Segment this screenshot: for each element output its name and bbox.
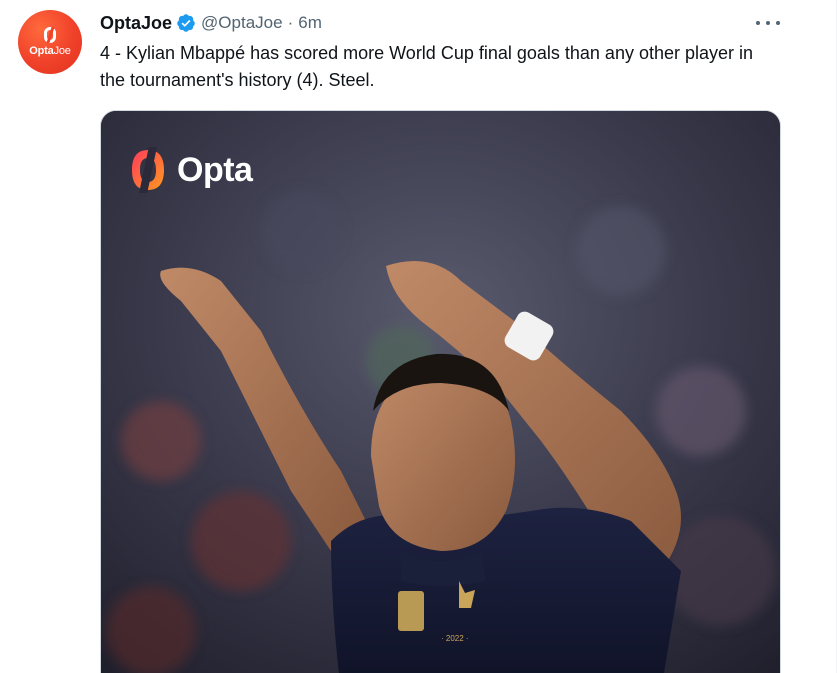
opta-logo-text: Opta <box>177 150 253 189</box>
photo-illustration: · 2022 · <box>101 111 780 673</box>
avatar-wordmark-light: Joe <box>53 45 71 57</box>
tweet-header: OptaJoe @OptaJoe · 6m <box>100 12 322 34</box>
more-dot <box>756 21 760 25</box>
opta-logo: Opta <box>129 147 253 193</box>
more-dot <box>766 21 770 25</box>
more-dot <box>776 21 780 25</box>
display-name[interactable]: OptaJoe <box>100 12 172 34</box>
tweet-text: 4 - Kylian Mbappé has scored more World … <box>100 43 754 90</box>
separator-dot: · <box>287 13 294 32</box>
profile-avatar[interactable]: OptaJoe <box>18 10 82 74</box>
opta-logo-icon <box>44 27 56 43</box>
avatar-wordmark: OptaJoe <box>29 45 71 57</box>
user-handle[interactable]: @OptaJoe <box>201 12 283 34</box>
opta-logo-icon <box>132 147 164 193</box>
tweet-media-image[interactable]: · 2022 · Opta <box>100 110 781 673</box>
verified-badge-icon <box>176 13 196 33</box>
tweet-timestamp[interactable]: 6m <box>298 12 322 34</box>
svg-text:· 2022 ·: · 2022 · <box>441 634 469 643</box>
avatar-wordmark-bold: Opta <box>29 45 54 57</box>
tweet-card[interactable]: OptaJoe OptaJoe @OptaJoe · 6m 4 - Kylian… <box>0 0 837 673</box>
more-options-icon[interactable] <box>756 12 780 34</box>
